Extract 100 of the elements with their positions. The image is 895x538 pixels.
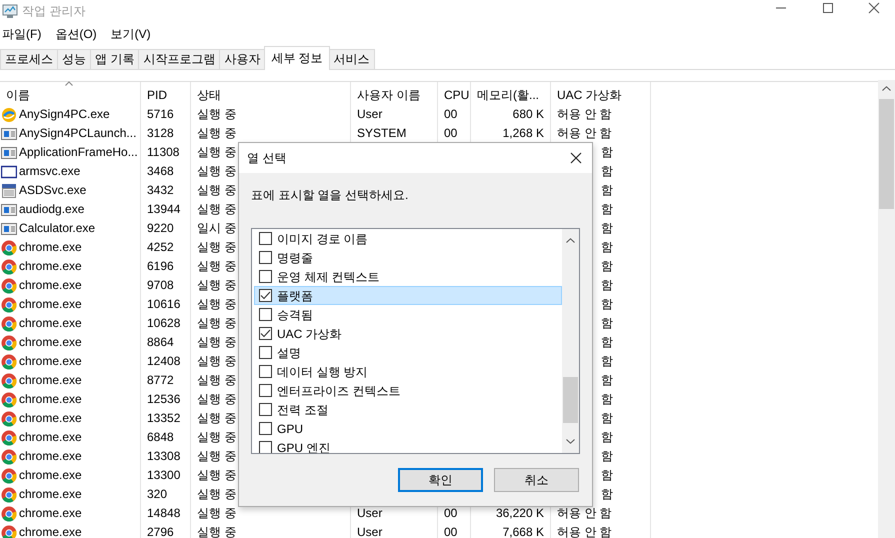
close-icon[interactable] [570, 152, 582, 164]
app-window-icon [1, 220, 17, 236]
option-label: 설명 [277, 344, 301, 362]
scrollbar[interactable] [562, 229, 579, 453]
checkbox[interactable] [259, 308, 272, 321]
maximize-icon[interactable] [822, 2, 834, 14]
column-header[interactable]: PID [147, 88, 168, 102]
list-item[interactable]: 운영 체제 컨텍스트 [254, 267, 562, 286]
status-cell: 실행 중 [197, 373, 236, 387]
list-item[interactable]: 설명 [254, 343, 562, 362]
tab[interactable]: 세부 정보 [264, 46, 330, 70]
scroll-up-icon[interactable] [882, 86, 891, 91]
checkbox[interactable] [259, 327, 272, 340]
list-item[interactable]: 데이터 실행 방지 [254, 362, 562, 381]
scroll-thumb[interactable] [563, 377, 578, 423]
pid-cell: 13352 [147, 411, 180, 425]
checkbox[interactable] [259, 251, 272, 264]
process-name[interactable]: ASDSvc.exe [19, 181, 86, 200]
checkbox[interactable] [259, 289, 272, 302]
browser-icon [1, 448, 17, 464]
checkbox[interactable] [259, 346, 272, 359]
checkbox[interactable] [259, 441, 272, 453]
menu-item[interactable]: 보기(V) [110, 25, 151, 43]
process-name[interactable]: chrome.exe [19, 371, 82, 390]
checkbox[interactable] [259, 422, 272, 435]
process-name[interactable]: armsvc.exe [19, 162, 80, 181]
browser-icon [1, 334, 17, 350]
column-header[interactable]: 사용자 이름 [357, 88, 420, 102]
process-name[interactable]: chrome.exe [19, 504, 82, 523]
menu-item[interactable]: 파일(F) [2, 25, 42, 43]
pid-cell: 13308 [147, 449, 180, 463]
column-header[interactable]: 이름 [6, 88, 30, 102]
checkbox[interactable] [259, 270, 272, 283]
list-item[interactable]: 명령줄 [254, 248, 562, 267]
list-item[interactable]: 승격됨 [254, 305, 562, 324]
process-name[interactable]: AnySign4PC.exe [19, 105, 110, 124]
ok-button[interactable]: 확인 [398, 468, 483, 492]
checkbox[interactable] [259, 403, 272, 416]
process-name[interactable]: chrome.exe [19, 276, 82, 295]
scroll-up-icon[interactable] [566, 238, 575, 243]
list-item[interactable]: GPU 엔진 [254, 438, 562, 453]
process-name[interactable]: chrome.exe [19, 295, 82, 314]
scrollbar[interactable] [878, 80, 895, 538]
close-icon[interactable] [868, 2, 880, 14]
scroll-down-icon[interactable] [566, 439, 575, 444]
list-item[interactable]: GPU [254, 419, 562, 438]
uac-cell: 함 [601, 240, 613, 254]
pid-cell: 2796 [147, 525, 174, 538]
process-name[interactable]: chrome.exe [19, 523, 82, 538]
uac-cell: 함 [601, 373, 613, 387]
process-name[interactable]: chrome.exe [19, 238, 82, 257]
process-name[interactable]: Calculator.exe [19, 219, 96, 238]
cancel-button[interactable]: 취소 [494, 468, 579, 492]
column-header[interactable]: UAC 가상화 [557, 88, 622, 102]
process-name[interactable]: chrome.exe [19, 428, 82, 447]
uac-cell: 함 [601, 183, 613, 197]
list-item[interactable]: 플랫폼 [254, 286, 562, 305]
scroll-thumb[interactable] [879, 99, 894, 209]
process-name[interactable]: chrome.exe [19, 352, 82, 371]
process-name[interactable]: ApplicationFrameHo... [19, 143, 138, 162]
checkbox[interactable] [259, 232, 272, 245]
process-name[interactable]: chrome.exe [19, 466, 82, 485]
tab[interactable]: 앱 기록 [90, 49, 140, 69]
browser-icon [1, 468, 17, 484]
uac-cell: 함 [601, 221, 613, 235]
process-name[interactable]: chrome.exe [19, 485, 82, 504]
checkbox[interactable] [259, 384, 272, 397]
status-cell: 실행 중 [197, 525, 236, 538]
list-item[interactable]: UAC 가상화 [254, 324, 562, 343]
uac-cell: 함 [601, 297, 613, 311]
tab[interactable]: 사용자 [219, 49, 266, 69]
list-item[interactable]: 이미지 경로 이름 [254, 229, 562, 248]
process-name[interactable]: chrome.exe [19, 257, 82, 276]
menu-item[interactable]: 옵션(O) [55, 25, 97, 43]
checkbox[interactable] [259, 365, 272, 378]
browser-icon [1, 258, 17, 274]
status-cell: 실행 중 [197, 183, 236, 197]
browser-icon [1, 372, 17, 388]
browser-icon [1, 296, 17, 312]
process-name[interactable]: chrome.exe [19, 333, 82, 352]
process-name[interactable]: chrome.exe [19, 314, 82, 333]
column-header[interactable]: 메모리(활... [477, 88, 539, 102]
column-header[interactable]: CPU [444, 88, 470, 102]
process-name[interactable]: AnySign4PCLaunch... [19, 124, 136, 143]
process-name[interactable]: chrome.exe [19, 390, 82, 409]
list-item[interactable]: 엔터프라이즈 컨텍스트 [254, 381, 562, 400]
uac-cell: 함 [601, 430, 613, 444]
process-name[interactable]: chrome.exe [19, 447, 82, 466]
app-icon [2, 3, 18, 19]
tab[interactable]: 성능 [57, 49, 91, 69]
window-title: 작업 관리자 [22, 3, 86, 20]
tab[interactable]: 서비스 [328, 49, 375, 69]
service-icon [1, 182, 17, 198]
tab[interactable]: 프로세스 [0, 49, 58, 69]
option-label: UAC 가상화 [277, 326, 342, 342]
process-name[interactable]: audiodg.exe [19, 200, 84, 219]
column-header[interactable]: 상태 [197, 88, 221, 102]
process-name[interactable]: chrome.exe [19, 409, 82, 428]
list-item[interactable]: 전력 조절 [254, 400, 562, 419]
tab[interactable]: 시작프로그램 [138, 49, 220, 69]
